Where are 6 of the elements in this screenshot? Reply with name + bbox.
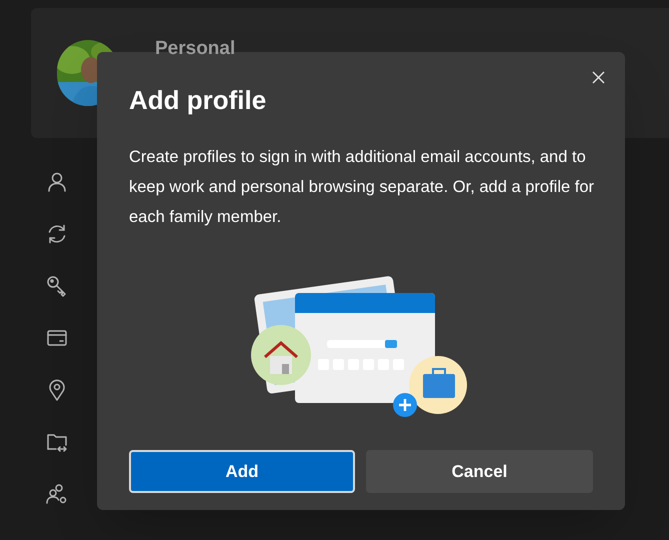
dialog-title: Add profile [129,84,268,116]
profile-name: Personal [155,38,236,60]
cancel-button[interactable]: Cancel [366,450,593,493]
add-button[interactable]: Add [129,450,356,493]
close-icon [592,70,604,84]
dialog-description: Create profiles to sign in with additional email accounts, and to keep work and personal browsing separate. Or, add a profile for each family member. [129,147,596,228]
